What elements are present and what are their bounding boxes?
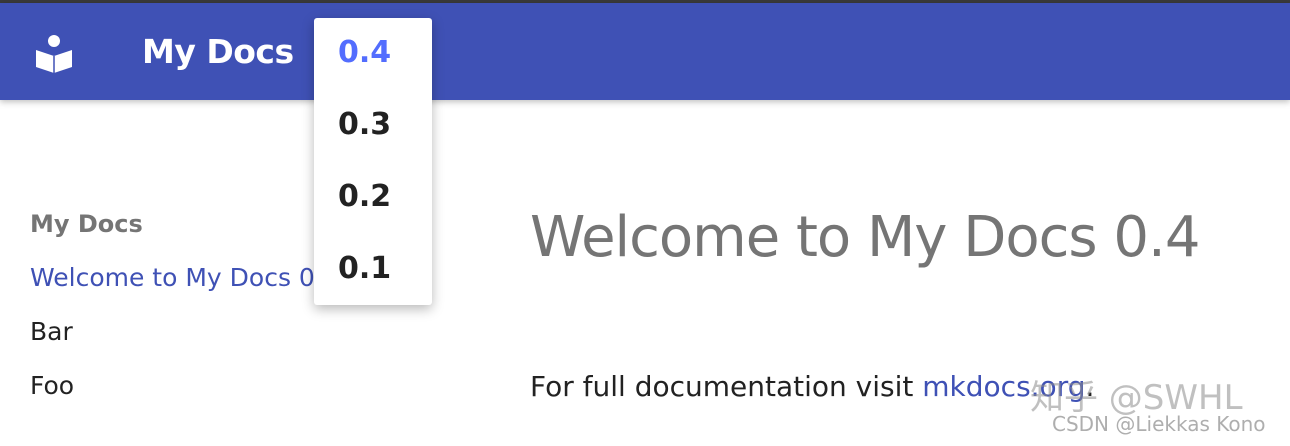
top-navigation-bar: My Docs: [0, 3, 1290, 100]
version-dropdown-menu: 0.4 0.3 0.2 0.1: [314, 18, 432, 305]
version-item-0-1[interactable]: 0.1: [338, 251, 391, 286]
site-title[interactable]: My Docs: [142, 32, 294, 71]
sidebar-item-foo[interactable]: Foo: [30, 371, 74, 400]
version-item-0-3[interactable]: 0.3: [338, 107, 391, 142]
version-item-0-4[interactable]: 0.4: [338, 35, 391, 70]
sidebar-item-welcome[interactable]: Welcome to My Docs 0.4: [30, 263, 315, 292]
page-title: Welcome to My Docs 0.4: [530, 205, 1200, 270]
sidebar-item-bar[interactable]: Bar: [30, 317, 73, 346]
content-paragraph: For full documentation visit mkdocs.org.: [530, 370, 1094, 403]
csdn-watermark: CSDN @Liekkas Kono: [1052, 412, 1266, 436]
version-item-0-2[interactable]: 0.2: [338, 179, 391, 214]
content-text-prefix: For full documentation visit: [530, 370, 923, 403]
book-reader-icon[interactable]: [33, 32, 75, 74]
sidebar-heading: My Docs: [30, 210, 143, 238]
